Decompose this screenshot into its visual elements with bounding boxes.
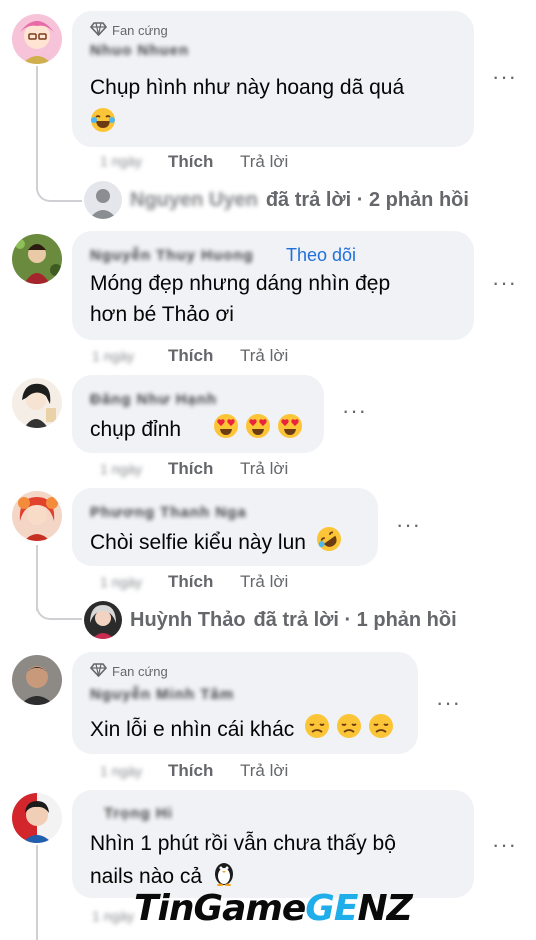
thread-line: [36, 188, 82, 202]
more-options-icon[interactable]: ···: [492, 64, 517, 90]
avatar[interactable]: [12, 793, 62, 843]
avatar[interactable]: [12, 491, 62, 541]
badge-label: Fan cứng: [112, 23, 168, 38]
comment-text: hơn bé Thảo ơi: [90, 303, 234, 326]
diamond-icon: [89, 663, 108, 680]
comment-author[interactable]: Phương Thanh Nga: [90, 504, 247, 521]
like-button[interactable]: Thích: [168, 459, 213, 479]
replies-label: đã trả lời · 1 phản hồi: [253, 608, 457, 631]
reply-button[interactable]: Trả lời: [240, 152, 288, 172]
thread-line: [36, 845, 38, 940]
rolling-laughing-emoji: [316, 526, 342, 561]
replier-name: Huỳnh Thảo: [130, 608, 246, 631]
comment-text: Chụp hình như này hoang dã quá: [90, 76, 405, 99]
comment-text: Móng đẹp nhưng dáng nhìn đẹp: [90, 272, 391, 295]
like-button[interactable]: Thích: [168, 572, 213, 592]
comment-text: Chòi selfie kiểu này lun: [90, 526, 342, 561]
more-options-icon[interactable]: ···: [396, 512, 421, 538]
more-options-icon[interactable]: ···: [436, 690, 461, 716]
comment-time: 1 ngày: [92, 348, 135, 364]
comment-time: 1 ngày: [92, 908, 135, 924]
comment-time: 1 ngày: [100, 153, 143, 169]
thread-line: [36, 604, 82, 620]
fan-badge: Fan cứng: [89, 22, 168, 39]
default-avatar-icon: [84, 181, 122, 219]
thread-line: [36, 545, 38, 611]
like-button[interactable]: Thích: [168, 346, 213, 366]
disappointed-emoji: [304, 713, 330, 748]
comment-author[interactable]: Nguyễn Minh Tâm: [90, 686, 234, 703]
disappointed-emoji: [336, 713, 362, 748]
avatar[interactable]: [12, 234, 62, 284]
more-options-icon[interactable]: ···: [492, 270, 517, 296]
more-options-icon[interactable]: ···: [492, 832, 517, 858]
comment-author[interactable]: Nguyễn Thuy Huong: [90, 247, 254, 264]
fan-badge: Fan cứng: [89, 663, 168, 680]
avatar[interactable]: [12, 14, 62, 64]
like-button[interactable]: Thích: [168, 152, 213, 172]
comment-time: 1 ngày: [100, 574, 143, 590]
laughing-tears-emoji: [90, 107, 116, 142]
avatar: [84, 601, 122, 639]
comment-author[interactable]: Nhuo Nhuen: [90, 42, 189, 59]
comment-time: 1 ngày: [100, 763, 143, 779]
reply-button[interactable]: Trả lời: [240, 346, 288, 366]
more-options-icon[interactable]: ···: [342, 398, 367, 424]
comment-author[interactable]: Đăng Như Hạnh: [90, 391, 217, 408]
avatar[interactable]: [12, 655, 62, 705]
view-replies[interactable]: Nguyen Uyen đã trả lời · 2 phản hồi: [84, 181, 469, 219]
heart-eyes-emoji: [245, 413, 271, 448]
comment-text: chụp đỉnh: [90, 413, 303, 448]
replier-name: Nguyen Uyen: [130, 188, 258, 211]
comment-author[interactable]: Trọng Hi: [104, 805, 173, 822]
diamond-icon: [89, 22, 108, 39]
avatar[interactable]: [12, 378, 62, 428]
comment-text: Nhìn 1 phút rồi vẫn chưa thấy bộ: [90, 832, 396, 855]
reply-button[interactable]: Trả lời: [240, 572, 288, 592]
view-replies[interactable]: Huỳnh Thảo đã trả lời · 1 phản hồi: [84, 601, 457, 639]
thread-line: [36, 66, 38, 190]
comment-text: Xin lỗi e nhìn cái khác: [90, 713, 394, 748]
heart-eyes-emoji: [277, 413, 303, 448]
site-watermark-logo: TinGameGENZ: [134, 888, 413, 929]
like-button[interactable]: Thích: [168, 761, 213, 781]
comment-emoji-line: [90, 107, 116, 142]
replies-label: đã trả lời · 2 phản hồi: [265, 188, 469, 211]
heart-eyes-emoji: [213, 413, 239, 448]
follow-link[interactable]: Theo dõi: [286, 245, 356, 266]
comment-time: 1 ngày: [100, 461, 143, 477]
reply-button[interactable]: Trả lời: [240, 761, 288, 781]
reply-button[interactable]: Trả lời: [240, 459, 288, 479]
disappointed-emoji: [368, 713, 394, 748]
badge-label: Fan cứng: [112, 664, 168, 679]
